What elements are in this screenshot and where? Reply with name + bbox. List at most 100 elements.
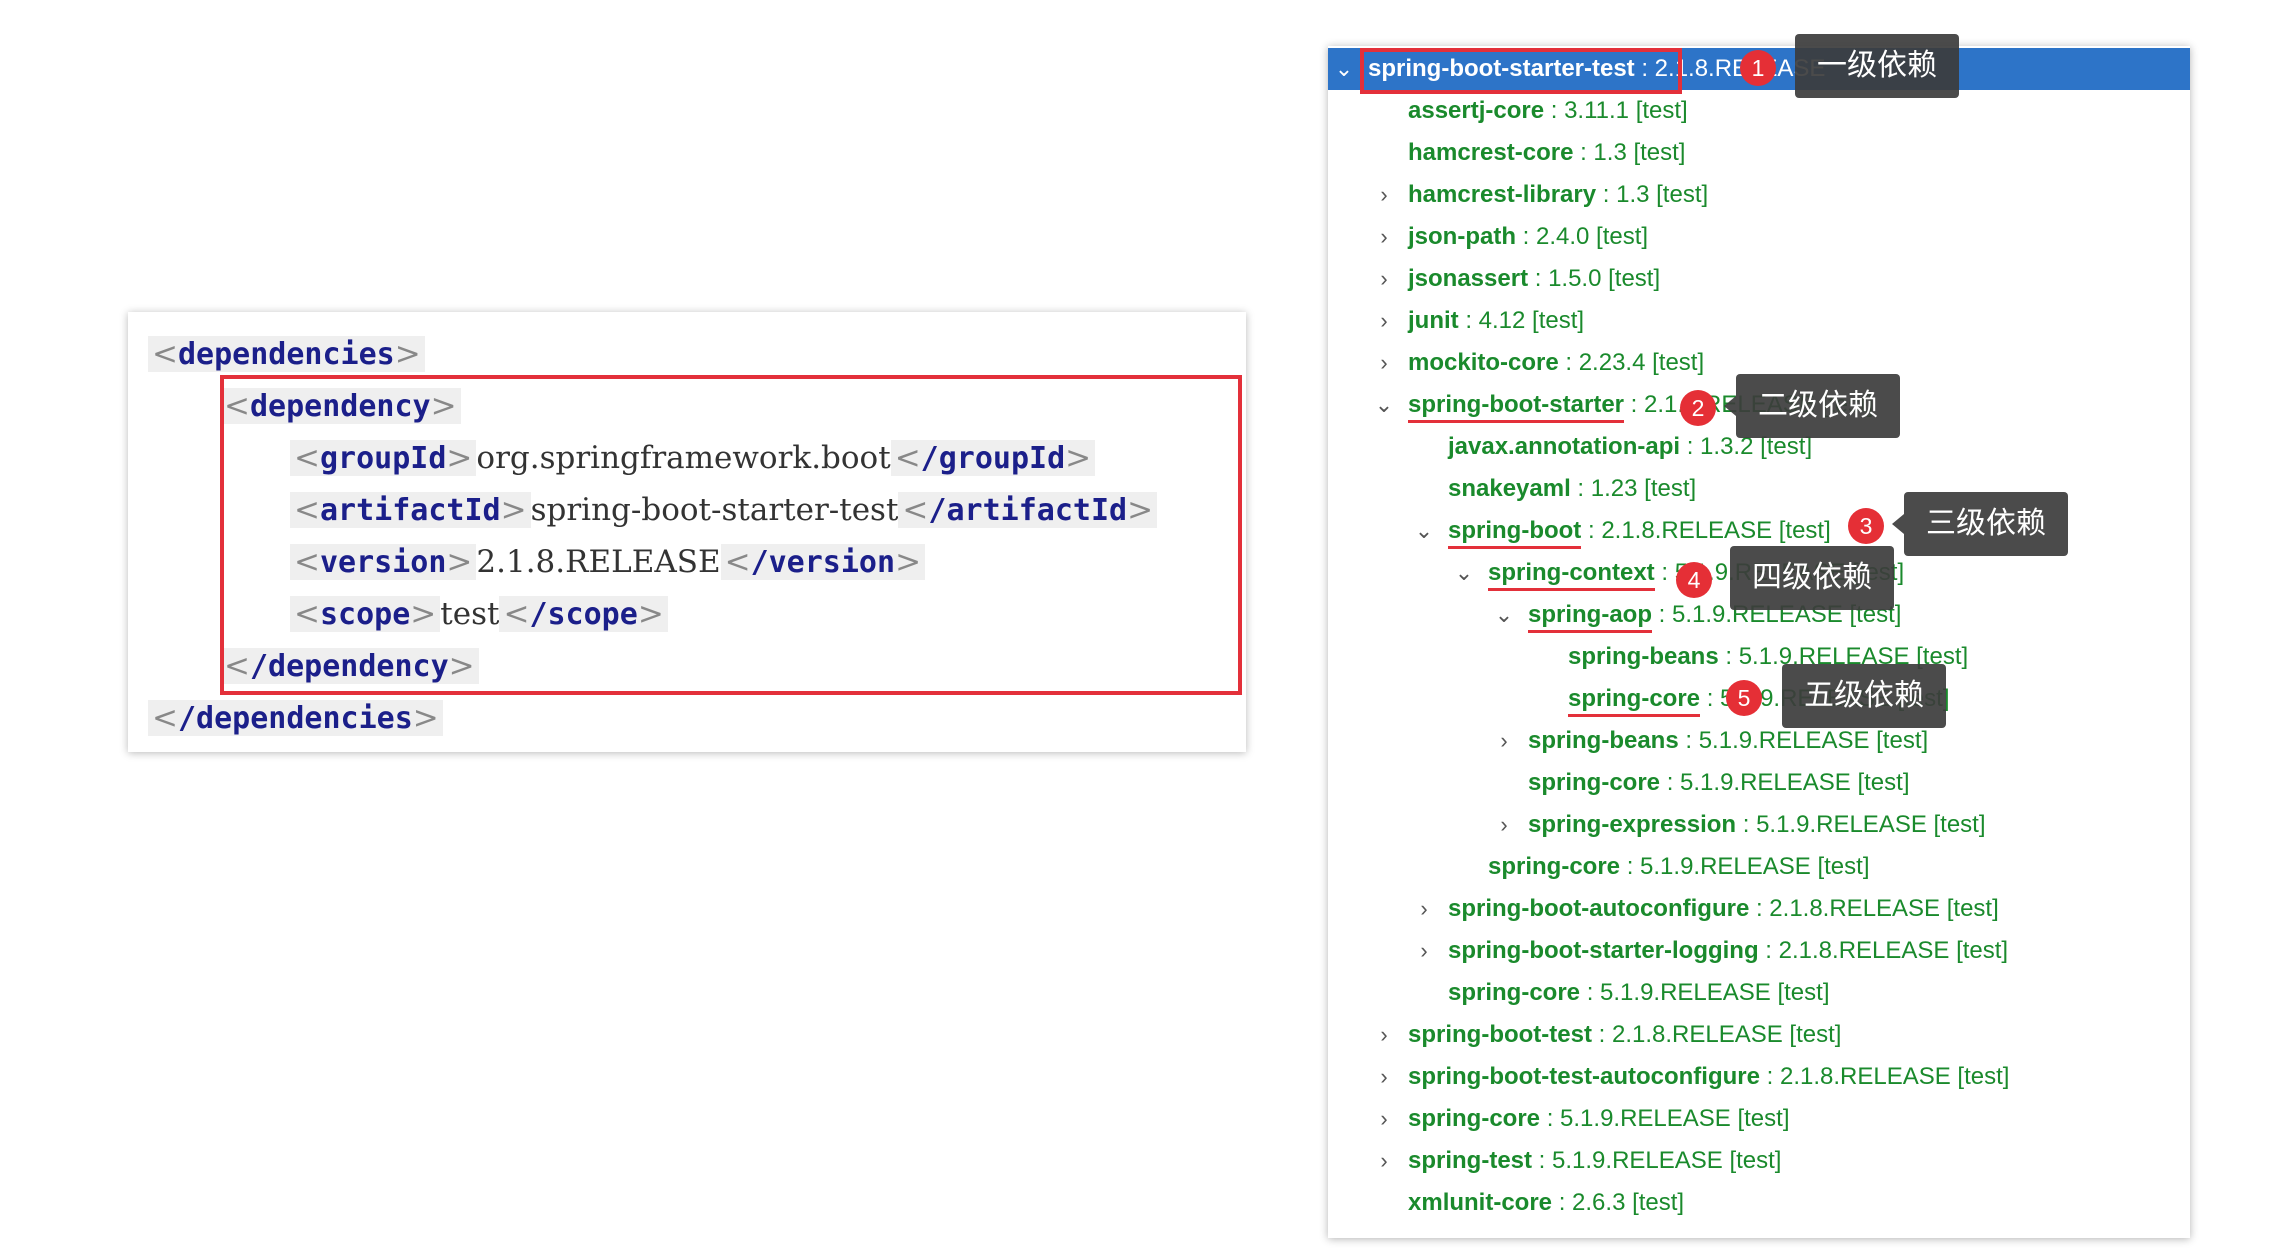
tree-item: spring-core : 5.1.9.RELEASE [test] [1448, 972, 1830, 1014]
artifact-name: javax.annotation-api [1448, 433, 1681, 460]
chevron-down-icon[interactable]: ⌄ [1492, 594, 1516, 636]
callout-level-3: 三级依赖 [1892, 492, 2068, 556]
tree-item: spring-core : 5.1.9.RELEASE [test] [1528, 762, 1910, 804]
badge-level-5: 5 [1726, 680, 1762, 716]
chevron-right-icon[interactable]: › [1372, 1014, 1396, 1056]
tree-item: json-path : 2.4.0 [test] [1408, 216, 1648, 258]
tree-row[interactable]: › jsonassert : 1.5.0 [test] [1328, 258, 2190, 300]
tree-item: jsonassert : 1.5.0 [test] [1408, 258, 1660, 300]
maven-dependency-tree[interactable]: ⌄ spring-boot-starter-test : 2.1.8.RELEAS… [1328, 46, 2190, 1238]
tree-row[interactable]: › json-path : 2.4.0 [test] [1328, 216, 2190, 258]
artifact-version: : 5.1.9.RELEASE [test] [1532, 1147, 1782, 1174]
artifact-name: spring-boot-test [1408, 1021, 1592, 1048]
artifact-version: : 3.11.1 [test] [1544, 97, 1688, 124]
artifact-name: spring-aop [1528, 601, 1652, 633]
tree-row[interactable]: › spring-expression : 5.1.9.RELEASE [test… [1328, 804, 2190, 846]
chevron-right-icon[interactable]: › [1372, 300, 1396, 342]
artifact-name: spring-beans [1568, 643, 1719, 670]
tree-row[interactable]: › spring-beans : 5.1.9.RELEASE [test] [1328, 720, 2190, 762]
artifact-name: spring-boot-autoconfigure [1448, 895, 1750, 922]
artifact-version: : 1.3 [test] [1573, 139, 1686, 166]
artifact-version: : 2.1.8.RELEASE [test] [1591, 1021, 1842, 1048]
tree-row[interactable]: spring-core : 5.1.9.RELEASE [test] [1328, 762, 2190, 804]
callout-level-5: 五级依赖 [1782, 664, 1946, 728]
chevron-right-icon[interactable]: › [1372, 216, 1396, 258]
artifact-name: spring-boot-test-autoconfigure [1408, 1063, 1760, 1090]
chevron-right-icon[interactable]: › [1372, 1056, 1396, 1098]
chevron-right-icon[interactable]: › [1372, 342, 1396, 384]
artifact-name: snakeyaml [1448, 475, 1571, 502]
badge-level-4: 4 [1676, 562, 1712, 598]
chevron-down-icon[interactable]: ⌄ [1332, 48, 1356, 90]
tree-row[interactable]: › junit : 4.12 [test] [1328, 300, 2190, 342]
tree-row[interactable]: hamcrest-core : 1.3 [test] [1328, 132, 2190, 174]
tree-row[interactable]: › spring-boot-test : 2.1.8.RELEASE [test] [1328, 1014, 2190, 1056]
tree-row[interactable]: › spring-test : 5.1.9.RELEASE [test] [1328, 1140, 2190, 1182]
artifact-name: assertj-core [1408, 97, 1545, 124]
chevron-right-icon[interactable]: › [1372, 258, 1396, 300]
artifact-version: : 2.1.8.RELEASE [test] [1749, 895, 1999, 922]
artifact-version: : 2.1.8.RELEASE [test] [1759, 1063, 2010, 1090]
xml-tag-dependencies-close: /dependencies [177, 701, 413, 736]
chevron-right-icon[interactable]: › [1492, 720, 1516, 762]
artifact-name: spring-boot-starter [1408, 391, 1624, 423]
tree-item: hamcrest-core : 1.3 [test] [1408, 132, 1685, 174]
chevron-down-icon[interactable]: ⌄ [1372, 384, 1396, 426]
tree-item: spring-core : 5.1.9.RELEASE [test] [1488, 846, 1870, 888]
chevron-down-icon[interactable]: ⌄ [1412, 510, 1436, 552]
tree-row[interactable]: › spring-boot-autoconfigure : 2.1.8.RELEA… [1328, 888, 2190, 930]
chevron-right-icon[interactable]: › [1412, 888, 1436, 930]
artifact-name: spring-boot [1448, 517, 1582, 549]
artifact-version: : 2.6.3 [test] [1552, 1189, 1685, 1216]
tree-row[interactable]: › spring-core : 5.1.9.RELEASE [test] [1328, 1098, 2190, 1140]
artifact-name: spring-core [1528, 769, 1661, 796]
artifact-name: json-path [1408, 223, 1516, 250]
tree-row[interactable]: › spring-boot-test-autoconfigure : 2.1.8.… [1328, 1056, 2190, 1098]
xml-dependencies-open: <dependencies> [148, 332, 425, 376]
artifact-name: junit [1408, 307, 1459, 334]
artifact-name: spring-core [1448, 979, 1581, 1006]
tree-item: spring-boot-autoconfigure : 2.1.8.RELEAS… [1448, 888, 1999, 930]
tree-item: spring-boot-starter-logging : 2.1.8.RELE… [1448, 930, 2008, 972]
tree-row[interactable]: xmlunit-core : 2.6.3 [test] [1328, 1182, 2190, 1224]
artifact-version: : 5.1.9.RELEASE [test] [1660, 769, 1910, 796]
chevron-right-icon[interactable]: › [1412, 930, 1436, 972]
tree-row[interactable]: spring-core : 5.1.9.RELEASE [test] [1328, 846, 2190, 888]
xml-code-panel: <dependencies> <dependency> <groupId> org… [128, 312, 1246, 752]
artifact-name: spring-test [1408, 1147, 1533, 1174]
artifact-name: spring-core [1568, 685, 1701, 717]
chevron-right-icon[interactable]: › [1372, 1140, 1396, 1182]
artifact-version: : 5.1.9.RELEASE [test] [1678, 727, 1929, 754]
artifact-name: hamcrest-library [1408, 181, 1597, 208]
callout-level-4: 四级依赖 [1730, 546, 1894, 610]
tree-row[interactable]: › hamcrest-library : 1.3 [test] [1328, 174, 2190, 216]
artifact-version: : 4.12 [test] [1458, 307, 1585, 334]
artifact-name: spring-expression [1528, 811, 1737, 838]
artifact-name: spring-core [1408, 1105, 1541, 1132]
tree-row[interactable]: › spring-boot-starter-logging : 2.1.8.REL… [1328, 930, 2190, 972]
artifact-version: : 5.1.9.RELEASE [test] [1736, 811, 1986, 838]
artifact-version: : 2.4.0 [test] [1516, 223, 1649, 250]
artifact-version: : 5.1.9.RELEASE [test] [1540, 1105, 1790, 1132]
artifact-version: : 2.1.8.RELEASE [test] [1581, 517, 1831, 544]
callout-level-2: 二级依赖 [1724, 374, 1900, 438]
callout-level-2-text: 二级依赖 [1758, 388, 1878, 423]
tree-row[interactable]: spring-core : 5.1.9.RELEASE [test] [1328, 972, 2190, 1014]
callout-level-3-text: 三级依赖 [1926, 506, 2046, 541]
chevron-right-icon[interactable]: › [1492, 804, 1516, 846]
chevron-down-icon[interactable]: ⌄ [1452, 552, 1476, 594]
dependency-highlight-box [220, 375, 1242, 695]
artifact-version: : 1.5.0 [test] [1528, 265, 1661, 292]
artifact-version: : 1.23 [test] [1570, 475, 1697, 502]
artifact-name: spring-context [1488, 559, 1655, 591]
artifact-name: mockito-core [1408, 349, 1559, 376]
xml-tag-dependencies: dependencies [177, 337, 395, 372]
artifact-version: : 5.1.9.RELEASE [test] [1620, 853, 1870, 880]
artifact-name: xmlunit-core [1408, 1189, 1553, 1216]
chevron-right-icon[interactable]: › [1372, 1098, 1396, 1140]
tree-row[interactable]: spring-beans : 5.1.9.RELEASE [test] [1328, 636, 2190, 678]
artifact-name: spring-boot-starter-logging [1448, 937, 1759, 964]
chevron-right-icon[interactable]: › [1372, 174, 1396, 216]
artifact-version: : 2.1.8.RELEASE [test] [1758, 937, 2009, 964]
tree-row[interactable]: assertj-core : 3.11.1 [test] [1328, 90, 2190, 132]
